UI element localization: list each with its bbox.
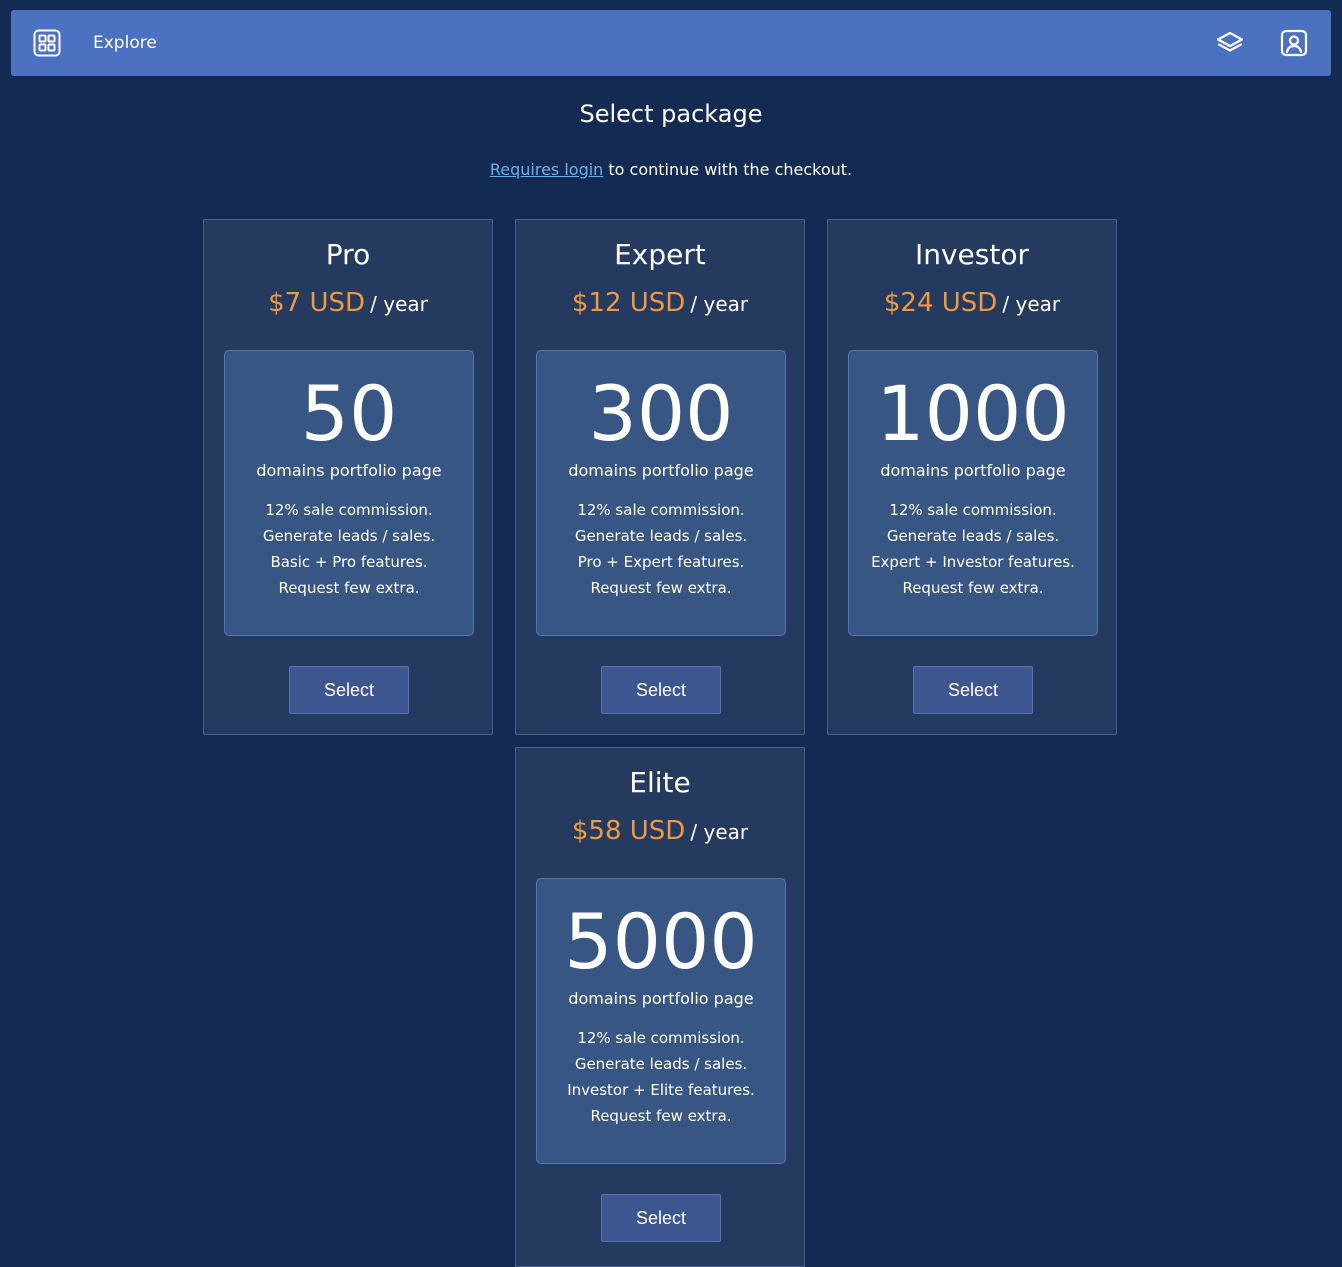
- domains-label: domains portfolio page: [568, 461, 754, 480]
- price-period: / year: [690, 292, 749, 316]
- package-card-expert: Expert $12 USD / year 300 domains portfo…: [515, 219, 805, 735]
- feature-list: 12% sale commission. Generate leads / sa…: [537, 1025, 785, 1129]
- feature-item: Generate leads / sales.: [574, 1055, 748, 1073]
- feature-list: 12% sale commission. Generate leads / sa…: [849, 497, 1097, 601]
- package-price: $24 USD / year: [828, 288, 1116, 318]
- package-price: $7 USD / year: [204, 288, 492, 318]
- feature-item: 12% sale commission.: [265, 501, 433, 519]
- package-price: $58 USD / year: [516, 816, 804, 846]
- login-notice: Requires login to continue with the chec…: [0, 160, 1342, 179]
- user-badge-icon[interactable]: [1279, 28, 1309, 58]
- feature-item: Request few extra.: [278, 579, 420, 597]
- price-amount: $12 USD: [571, 288, 686, 318]
- price-period: / year: [1002, 292, 1061, 316]
- select-investor-button[interactable]: Select: [913, 666, 1033, 714]
- package-details: 50 domains portfolio page 12% sale commi…: [224, 350, 474, 636]
- select-pro-button[interactable]: Select: [289, 666, 409, 714]
- feature-item: Expert + Investor features.: [871, 553, 1075, 571]
- feature-item: Generate leads / sales.: [262, 527, 436, 545]
- price-period: / year: [690, 820, 749, 844]
- feature-list: 12% sale commission. Generate leads / sa…: [537, 497, 785, 601]
- select-elite-button[interactable]: Select: [601, 1194, 721, 1242]
- feature-item: Generate leads / sales.: [574, 527, 748, 545]
- package-name: Expert: [614, 238, 706, 271]
- package-card-elite: Elite $58 USD / year 5000 domains portfo…: [515, 747, 805, 1267]
- feature-item: Request few extra.: [590, 1107, 732, 1125]
- domains-count: 300: [588, 369, 734, 458]
- explore-link[interactable]: Explore: [93, 10, 157, 76]
- domains-label: domains portfolio page: [880, 461, 1066, 480]
- grid-icon[interactable]: [33, 29, 61, 57]
- top-nav-bar: Explore: [11, 10, 1331, 76]
- domains-label: domains portfolio page: [256, 461, 442, 480]
- feature-item: Request few extra.: [590, 579, 732, 597]
- feature-item: 12% sale commission.: [577, 1029, 745, 1047]
- domains-label: domains portfolio page: [568, 989, 754, 1008]
- package-card-investor: Investor $24 USD / year 1000 domains por…: [827, 219, 1117, 735]
- feature-item: 12% sale commission.: [577, 501, 745, 519]
- domains-count: 5000: [564, 897, 758, 986]
- price-amount: $24 USD: [883, 288, 998, 318]
- feature-item: Generate leads / sales.: [886, 527, 1060, 545]
- package-card-pro: Pro $7 USD / year 50 domains portfolio p…: [203, 219, 493, 735]
- layers-icon[interactable]: [1215, 29, 1245, 57]
- package-price: $12 USD / year: [516, 288, 804, 318]
- package-details: 300 domains portfolio page 12% sale comm…: [536, 350, 786, 636]
- package-details: 5000 domains portfolio page 12% sale com…: [536, 878, 786, 1164]
- select-expert-button[interactable]: Select: [601, 666, 721, 714]
- package-name: Pro: [325, 238, 371, 271]
- page-title: Select package: [579, 100, 763, 128]
- price-amount: $58 USD: [571, 816, 686, 846]
- package-name: Investor: [914, 238, 1029, 271]
- feature-item: Investor + Elite features.: [567, 1081, 755, 1099]
- feature-item: 12% sale commission.: [889, 501, 1057, 519]
- package-name: Elite: [629, 766, 691, 799]
- requires-login-link[interactable]: Requires login: [490, 160, 603, 179]
- feature-item: Basic + Pro features.: [270, 553, 428, 571]
- price-period: / year: [370, 292, 428, 316]
- login-notice-text: to continue with the checkout.: [603, 160, 853, 179]
- domains-count: 1000: [876, 369, 1070, 458]
- package-details: 1000 domains portfolio page 12% sale com…: [848, 350, 1098, 636]
- feature-list: 12% sale commission. Generate leads / sa…: [225, 497, 473, 601]
- price-amount: $7 USD: [268, 288, 366, 318]
- feature-item: Request few extra.: [902, 579, 1044, 597]
- domains-count: 50: [300, 369, 398, 458]
- feature-item: Pro + Expert features.: [577, 553, 745, 571]
